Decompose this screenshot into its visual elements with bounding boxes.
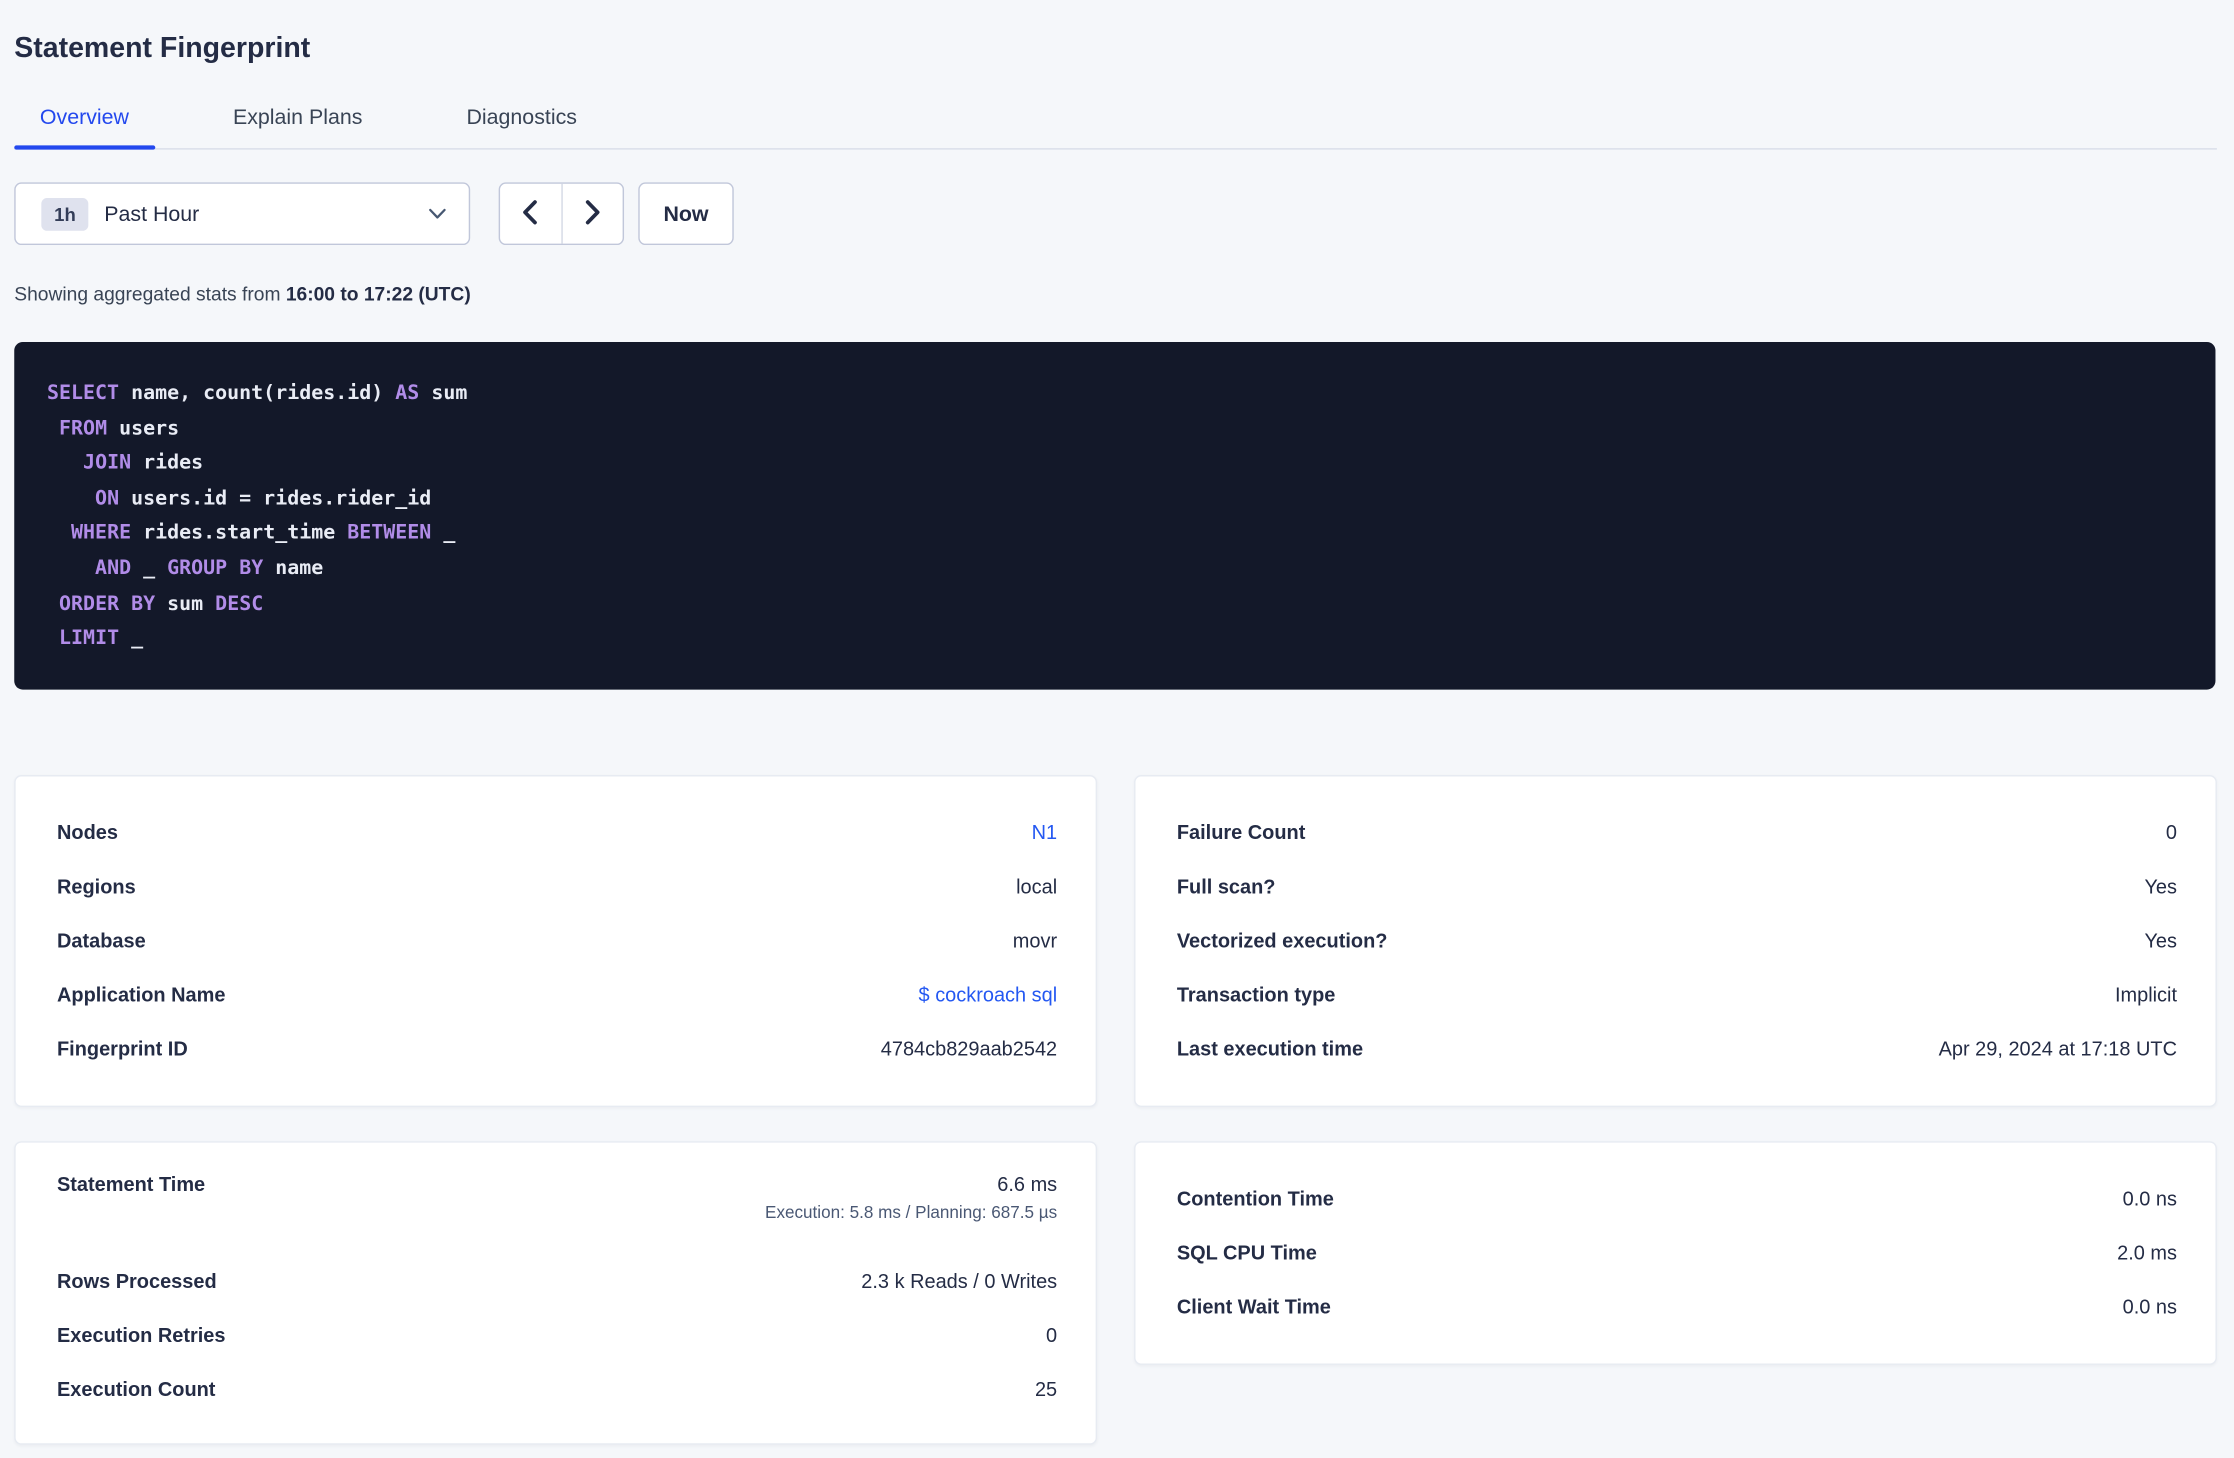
time-range-dropdown[interactable]: 1h Past Hour bbox=[14, 182, 471, 246]
vectorized-execution-label: Vectorized execution? bbox=[1176, 928, 1388, 952]
transaction-type-value: Implicit bbox=[2114, 982, 2178, 1006]
sql-cpu-time-value: 2.0 ms bbox=[2117, 1240, 2178, 1264]
sql-cpu-time-label: SQL CPU Time bbox=[1176, 1240, 1317, 1264]
tab-bar: Overview Explain Plans Diagnostics bbox=[14, 94, 2217, 150]
prev-time-range-button[interactable] bbox=[500, 184, 561, 244]
chevron-right-icon bbox=[584, 199, 601, 229]
aggregation-note-prefix: Showing aggregated stats from bbox=[14, 283, 286, 305]
time-range-badge: 1h bbox=[41, 197, 89, 231]
nodes-value-link[interactable]: N1 bbox=[1032, 820, 1058, 843]
database-label: Database bbox=[56, 928, 146, 952]
time-range-label: Past Hour bbox=[104, 201, 200, 226]
execution-retries-value: 0 bbox=[1046, 1323, 1058, 1347]
application-name-link[interactable]: $ cockroach sql bbox=[919, 983, 1058, 1006]
time-controls: 1h Past Hour Now bbox=[14, 182, 2234, 246]
execution-attributes-card: Failure Count 0 Full scan? Yes Vectorize… bbox=[1134, 774, 2217, 1107]
nodes-row: Nodes N1 bbox=[57, 805, 1057, 859]
failure-count-label: Failure Count bbox=[1176, 820, 1306, 844]
chevron-left-icon bbox=[522, 199, 539, 229]
statement-time-breakdown: Execution: 5.8 ms / Planning: 687.5 µs bbox=[765, 1202, 1058, 1223]
database-value: movr bbox=[1012, 928, 1058, 952]
fingerprint-id-label: Fingerprint ID bbox=[56, 1036, 188, 1060]
contention-time-value: 0.0 ns bbox=[2122, 1186, 2178, 1210]
sql-statement: SELECT name, count(rides.id) AS sum FROM… bbox=[14, 341, 2216, 690]
sql-line: LIMIT _ bbox=[59, 627, 144, 650]
fingerprint-id-row: Fingerprint ID 4784cb829aab2542 bbox=[57, 1021, 1057, 1075]
client-wait-time-row: Client Wait Time 0.0 ns bbox=[1177, 1279, 2177, 1333]
aggregation-note: Showing aggregated stats from 16:00 to 1… bbox=[14, 282, 2234, 306]
regions-value: local bbox=[1016, 874, 1058, 898]
tab-diagnostics[interactable]: Diagnostics bbox=[441, 94, 603, 148]
statement-time-label: Statement Time bbox=[56, 1172, 206, 1196]
transaction-type-label: Transaction type bbox=[1176, 982, 1336, 1006]
stats-cards: Nodes N1 Regions local Database movr App… bbox=[14, 774, 2234, 1445]
aggregation-note-range: 16:00 to 17:22 (UTC) bbox=[285, 283, 471, 305]
rows-processed-label: Rows Processed bbox=[56, 1269, 217, 1292]
page-title: Statement Fingerprint bbox=[14, 32, 311, 65]
last-execution-time-label: Last execution time bbox=[1176, 1036, 1364, 1060]
nodes-label: Nodes bbox=[56, 820, 118, 844]
failure-count-value: 0 bbox=[2165, 820, 2178, 844]
full-scan-value: Yes bbox=[2144, 874, 2178, 898]
execution-retries-label: Execution Retries bbox=[56, 1323, 226, 1347]
regions-row: Regions local bbox=[57, 859, 1057, 913]
sql-line: WHERE rides.start_time BETWEEN _ bbox=[71, 521, 456, 545]
vectorized-execution-value: Yes bbox=[2144, 928, 2178, 952]
execution-count-value: 25 bbox=[1034, 1377, 1058, 1401]
chevron-down-icon bbox=[429, 208, 446, 219]
statement-time-row: Statement Time 6.6 ms Execution: 5.8 ms … bbox=[57, 1171, 1057, 1254]
regions-label: Regions bbox=[56, 874, 136, 898]
next-time-range-button[interactable] bbox=[560, 183, 623, 244]
full-scan-row: Full scan? Yes bbox=[1177, 859, 2177, 913]
sql-line: ORDER BY sum DESC bbox=[59, 592, 264, 615]
contention-time-label: Contention Time bbox=[1176, 1186, 1334, 1210]
sql-line: ON users.id = rides.rider_id bbox=[95, 486, 432, 510]
transaction-type-row: Transaction type Implicit bbox=[1177, 967, 2177, 1021]
application-name-row: Application Name $ cockroach sql bbox=[57, 967, 1057, 1021]
statement-fingerprint-page: Statement Fingerprint Overview Explain P… bbox=[0, 0, 2234, 1458]
sql-line: AND _ GROUP BY name bbox=[95, 557, 324, 580]
time-range-nav bbox=[498, 182, 625, 246]
statement-time-value: 6.6 ms bbox=[997, 1172, 1058, 1196]
execution-count-row: Execution Count 25 bbox=[57, 1362, 1057, 1416]
sql-line: FROM users bbox=[59, 416, 180, 440]
fingerprint-id-value: 4784cb829aab2542 bbox=[880, 1036, 1058, 1060]
execution-retries-row: Execution Retries 0 bbox=[57, 1308, 1057, 1362]
sql-line: SELECT name, count(rides.id) AS sum bbox=[47, 381, 468, 405]
resource-timing-card: Contention Time 0.0 ns SQL CPU Time 2.0 … bbox=[1134, 1140, 2217, 1365]
client-wait-time-value: 0.0 ns bbox=[2122, 1294, 2178, 1318]
application-name-label: Application Name bbox=[56, 982, 226, 1006]
vectorized-execution-row: Vectorized execution? Yes bbox=[1177, 913, 2177, 967]
rows-processed-row: Rows Processed 2.3 k Reads / 0 Writes bbox=[57, 1253, 1057, 1307]
contention-time-row: Contention Time 0.0 ns bbox=[1177, 1171, 2177, 1225]
statement-timing-card: Statement Time 6.6 ms Execution: 5.8 ms … bbox=[14, 1140, 1098, 1445]
sql-cpu-time-row: SQL CPU Time 2.0 ms bbox=[1177, 1225, 2177, 1279]
statement-details-card: Nodes N1 Regions local Database movr App… bbox=[14, 774, 1098, 1107]
last-execution-time-row: Last execution time Apr 29, 2024 at 17:1… bbox=[1177, 1021, 2177, 1075]
failure-count-row: Failure Count 0 bbox=[1177, 805, 2177, 859]
rows-processed-value: 2.3 k Reads / 0 Writes bbox=[861, 1269, 1058, 1292]
tab-overview[interactable]: Overview bbox=[14, 94, 154, 150]
full-scan-label: Full scan? bbox=[1176, 874, 1276, 898]
now-button[interactable]: Now bbox=[638, 182, 734, 246]
execution-count-label: Execution Count bbox=[56, 1377, 216, 1401]
client-wait-time-label: Client Wait Time bbox=[1176, 1294, 1331, 1318]
last-execution-time-value: Apr 29, 2024 at 17:18 UTC bbox=[1938, 1036, 2178, 1060]
database-row: Database movr bbox=[57, 913, 1057, 967]
sql-line: JOIN rides bbox=[83, 451, 204, 475]
tab-explain-plans[interactable]: Explain Plans bbox=[207, 94, 388, 148]
